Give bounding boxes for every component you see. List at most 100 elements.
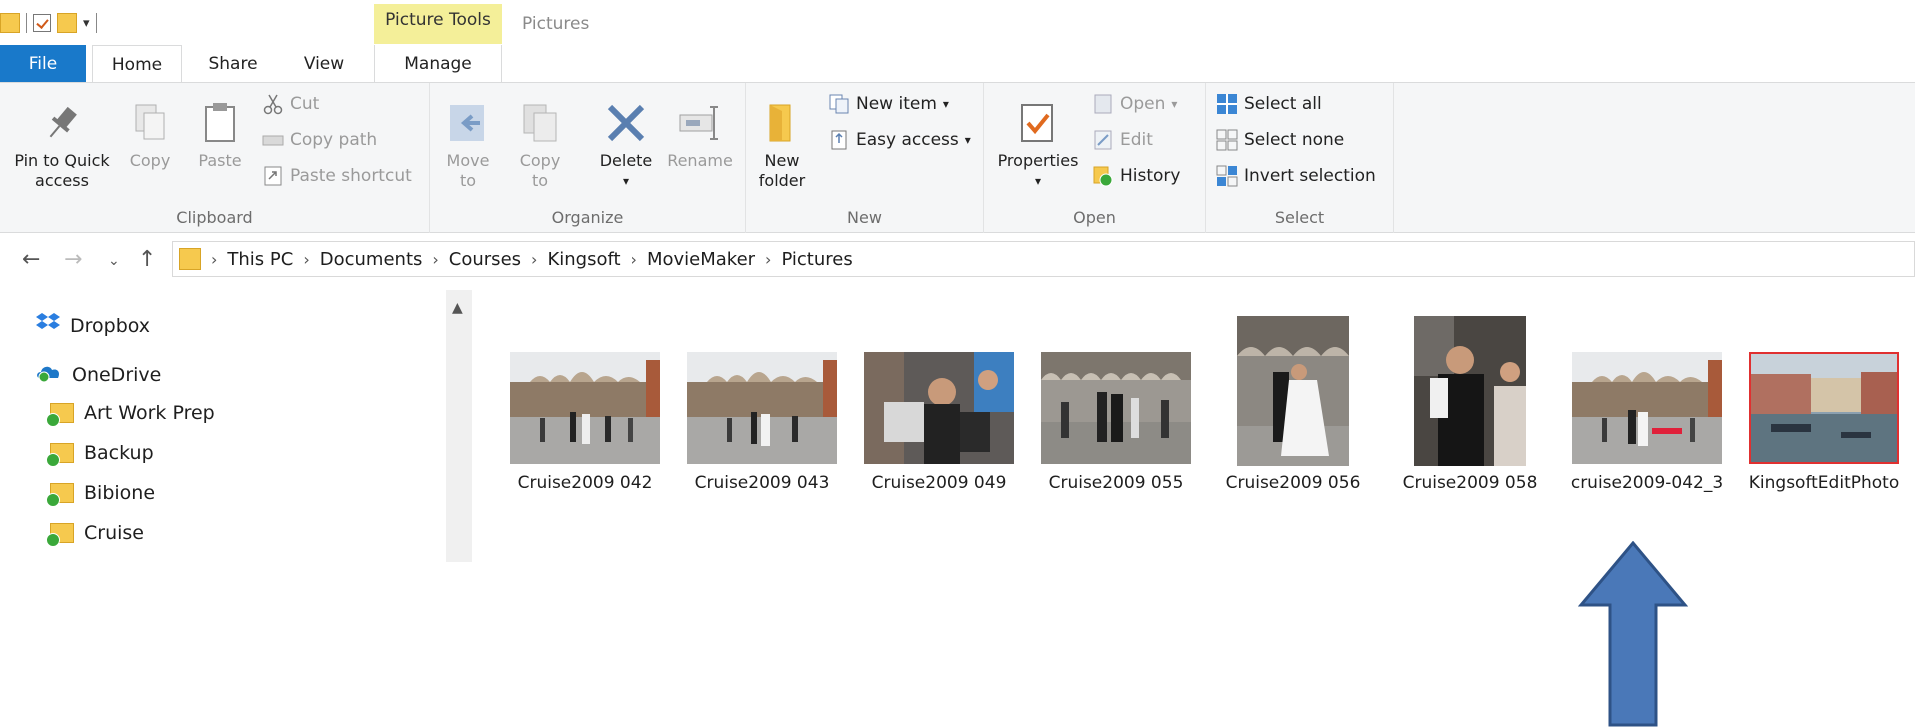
easy-access-label: Easy access	[856, 130, 959, 150]
properties-check-icon[interactable]	[33, 14, 51, 32]
file-name: Cruise2009 055	[1048, 473, 1184, 493]
move-to-icon	[446, 101, 490, 145]
easy-access-dropdown-icon: ▾	[964, 133, 971, 147]
up-arrow-icon[interactable]: ↑	[138, 247, 156, 272]
scissors-icon	[262, 93, 284, 115]
customize-toolbar-dropdown-icon[interactable]: ▾	[83, 16, 90, 31]
tab-home[interactable]: Home	[92, 45, 182, 83]
file-item[interactable]: Cruise2009 056	[1208, 300, 1378, 530]
breadcrumb-this-pc[interactable]: This PC	[227, 249, 293, 270]
organize-group-label: Organize	[551, 208, 624, 227]
breadcrumb-separator-icon[interactable]: ›	[303, 250, 309, 269]
copy-path-button[interactable]: Copy path	[262, 125, 377, 155]
file-item[interactable]: Cruise2009 055	[1031, 300, 1201, 530]
new-group: New folder New item ▾ Easy access ▾ New	[746, 83, 984, 233]
organize-group: Move to Copy to Delete ▾ Rename Organize	[430, 83, 746, 233]
breadcrumb-separator-icon[interactable]: ›	[631, 250, 637, 269]
edit-button[interactable]: Edit	[1092, 125, 1153, 155]
properties-dropdown-icon[interactable]: ▾	[992, 171, 1084, 191]
breadcrumb-separator-icon[interactable]: ›	[432, 250, 438, 269]
copy-to-button[interactable]: Copy to	[512, 83, 568, 191]
history-button[interactable]: History	[1092, 161, 1180, 191]
pin-to-quick-access-button[interactable]: Pin to Quick access	[4, 83, 120, 191]
sync-check-icon	[46, 493, 60, 507]
new-folder-icon[interactable]	[57, 13, 77, 33]
nav-item-cruise[interactable]: Cruise	[46, 522, 144, 547]
breadcrumb-moviemaker[interactable]: MovieMaker	[647, 249, 755, 270]
nav-item-backup[interactable]: Backup	[46, 442, 154, 467]
new-folder-button[interactable]: New folder	[752, 83, 812, 191]
select-all-button[interactable]: Select all	[1216, 89, 1322, 119]
delete-dropdown-icon[interactable]: ▾	[592, 171, 660, 191]
tab-view[interactable]: View	[290, 45, 358, 83]
breadcrumb-kingsoft[interactable]: Kingsoft	[547, 249, 620, 270]
nav-item-onedrive[interactable]: OneDrive	[36, 362, 161, 387]
invert-selection-button[interactable]: Invert selection	[1216, 161, 1376, 191]
file-item[interactable]: Cruise2009 042	[500, 300, 670, 530]
photo-thumbnail	[1414, 316, 1526, 466]
delete-label: Delete	[599, 151, 653, 170]
scroll-up-chevron-icon[interactable]: ▲	[452, 300, 463, 316]
quick-access-toolbar: ▾	[0, 10, 97, 36]
nav-item-art-work-prep[interactable]: Art Work Prep	[46, 402, 215, 427]
clipboard-group: Pin to Quick access Copy Paste Cut Copy …	[0, 83, 430, 233]
open-group: Properties ▾ Open ▾ Edit History Open	[984, 83, 1206, 233]
new-item-dropdown-icon: ▾	[942, 97, 949, 111]
forward-arrow-icon[interactable]: →	[64, 247, 82, 272]
tab-share[interactable]: Share	[196, 45, 270, 83]
back-arrow-icon[interactable]: ←	[22, 247, 40, 272]
breadcrumb-separator-icon[interactable]: ›	[765, 250, 771, 269]
select-none-button[interactable]: Select none	[1216, 125, 1344, 155]
new-item-button[interactable]: New item ▾	[828, 89, 949, 119]
divider	[26, 13, 27, 33]
cut-button[interactable]: Cut	[262, 89, 319, 119]
breadcrumb-separator-icon[interactable]: ›	[211, 250, 217, 269]
nav-item-dropbox[interactable]: Dropbox	[36, 312, 150, 339]
photo-thumbnail	[864, 352, 1014, 464]
open-group-label: Open	[1073, 208, 1116, 227]
folder-icon	[179, 248, 201, 270]
file-name: Cruise2009 049	[871, 473, 1007, 493]
rename-label: Rename	[667, 151, 733, 170]
tab-file[interactable]: File	[0, 45, 86, 83]
rename-button[interactable]: Rename	[662, 83, 738, 171]
breadcrumb-pictures[interactable]: Pictures	[781, 249, 852, 270]
paste-label: Paste	[198, 151, 242, 170]
paste-shortcut-button[interactable]: Paste shortcut	[262, 161, 412, 191]
copy-path-label: Copy path	[290, 130, 378, 150]
nav-item-label: OneDrive	[72, 363, 162, 386]
file-item[interactable]: cruise2009-042_3	[1562, 300, 1732, 530]
breadcrumb-separator-icon[interactable]: ›	[531, 250, 537, 269]
delete-button[interactable]: Delete ▾	[592, 83, 660, 191]
move-to-button[interactable]: Move to	[440, 83, 496, 191]
file-item[interactable]: KingsoftEditPhoto	[1739, 300, 1909, 530]
copy-icon	[128, 101, 172, 145]
nav-item-label: Cruise	[84, 522, 144, 544]
history-icon	[1092, 165, 1114, 187]
edit-icon	[1092, 129, 1114, 151]
recent-locations-chevron-icon[interactable]: ⌄	[108, 253, 120, 269]
file-name: Cruise2009 056	[1225, 473, 1361, 493]
paste-shortcut-label: Paste shortcut	[290, 166, 412, 186]
pin-label-2: access	[35, 171, 89, 190]
breadcrumb-courses[interactable]: Courses	[449, 249, 521, 270]
open-button[interactable]: Open ▾	[1092, 89, 1177, 119]
file-item[interactable]: Cruise2009 049	[854, 300, 1024, 530]
nav-pane-scrollbar[interactable]: ▲	[446, 290, 472, 562]
properties-button[interactable]: Properties ▾	[992, 83, 1084, 191]
address-bar[interactable]: › This PC › Documents › Courses › Kingso…	[172, 241, 1915, 277]
folder-icon[interactable]	[0, 13, 20, 33]
file-item[interactable]: Cruise2009 043	[677, 300, 847, 530]
nav-item-bibione[interactable]: Bibione	[46, 482, 155, 507]
folder-synced-icon	[46, 443, 74, 467]
annotation-up-arrow	[1578, 541, 1688, 727]
paste-button[interactable]: Paste	[190, 83, 250, 171]
photo-thumbnail-selected	[1749, 352, 1899, 464]
breadcrumb-documents[interactable]: Documents	[320, 249, 423, 270]
new-item-icon	[828, 93, 850, 115]
file-item[interactable]: Cruise2009 058	[1385, 300, 1555, 530]
copy-button[interactable]: Copy	[122, 83, 178, 171]
tab-manage[interactable]: Manage	[374, 45, 502, 83]
easy-access-button[interactable]: Easy access ▾	[828, 125, 971, 155]
properties-icon	[1016, 101, 1060, 145]
